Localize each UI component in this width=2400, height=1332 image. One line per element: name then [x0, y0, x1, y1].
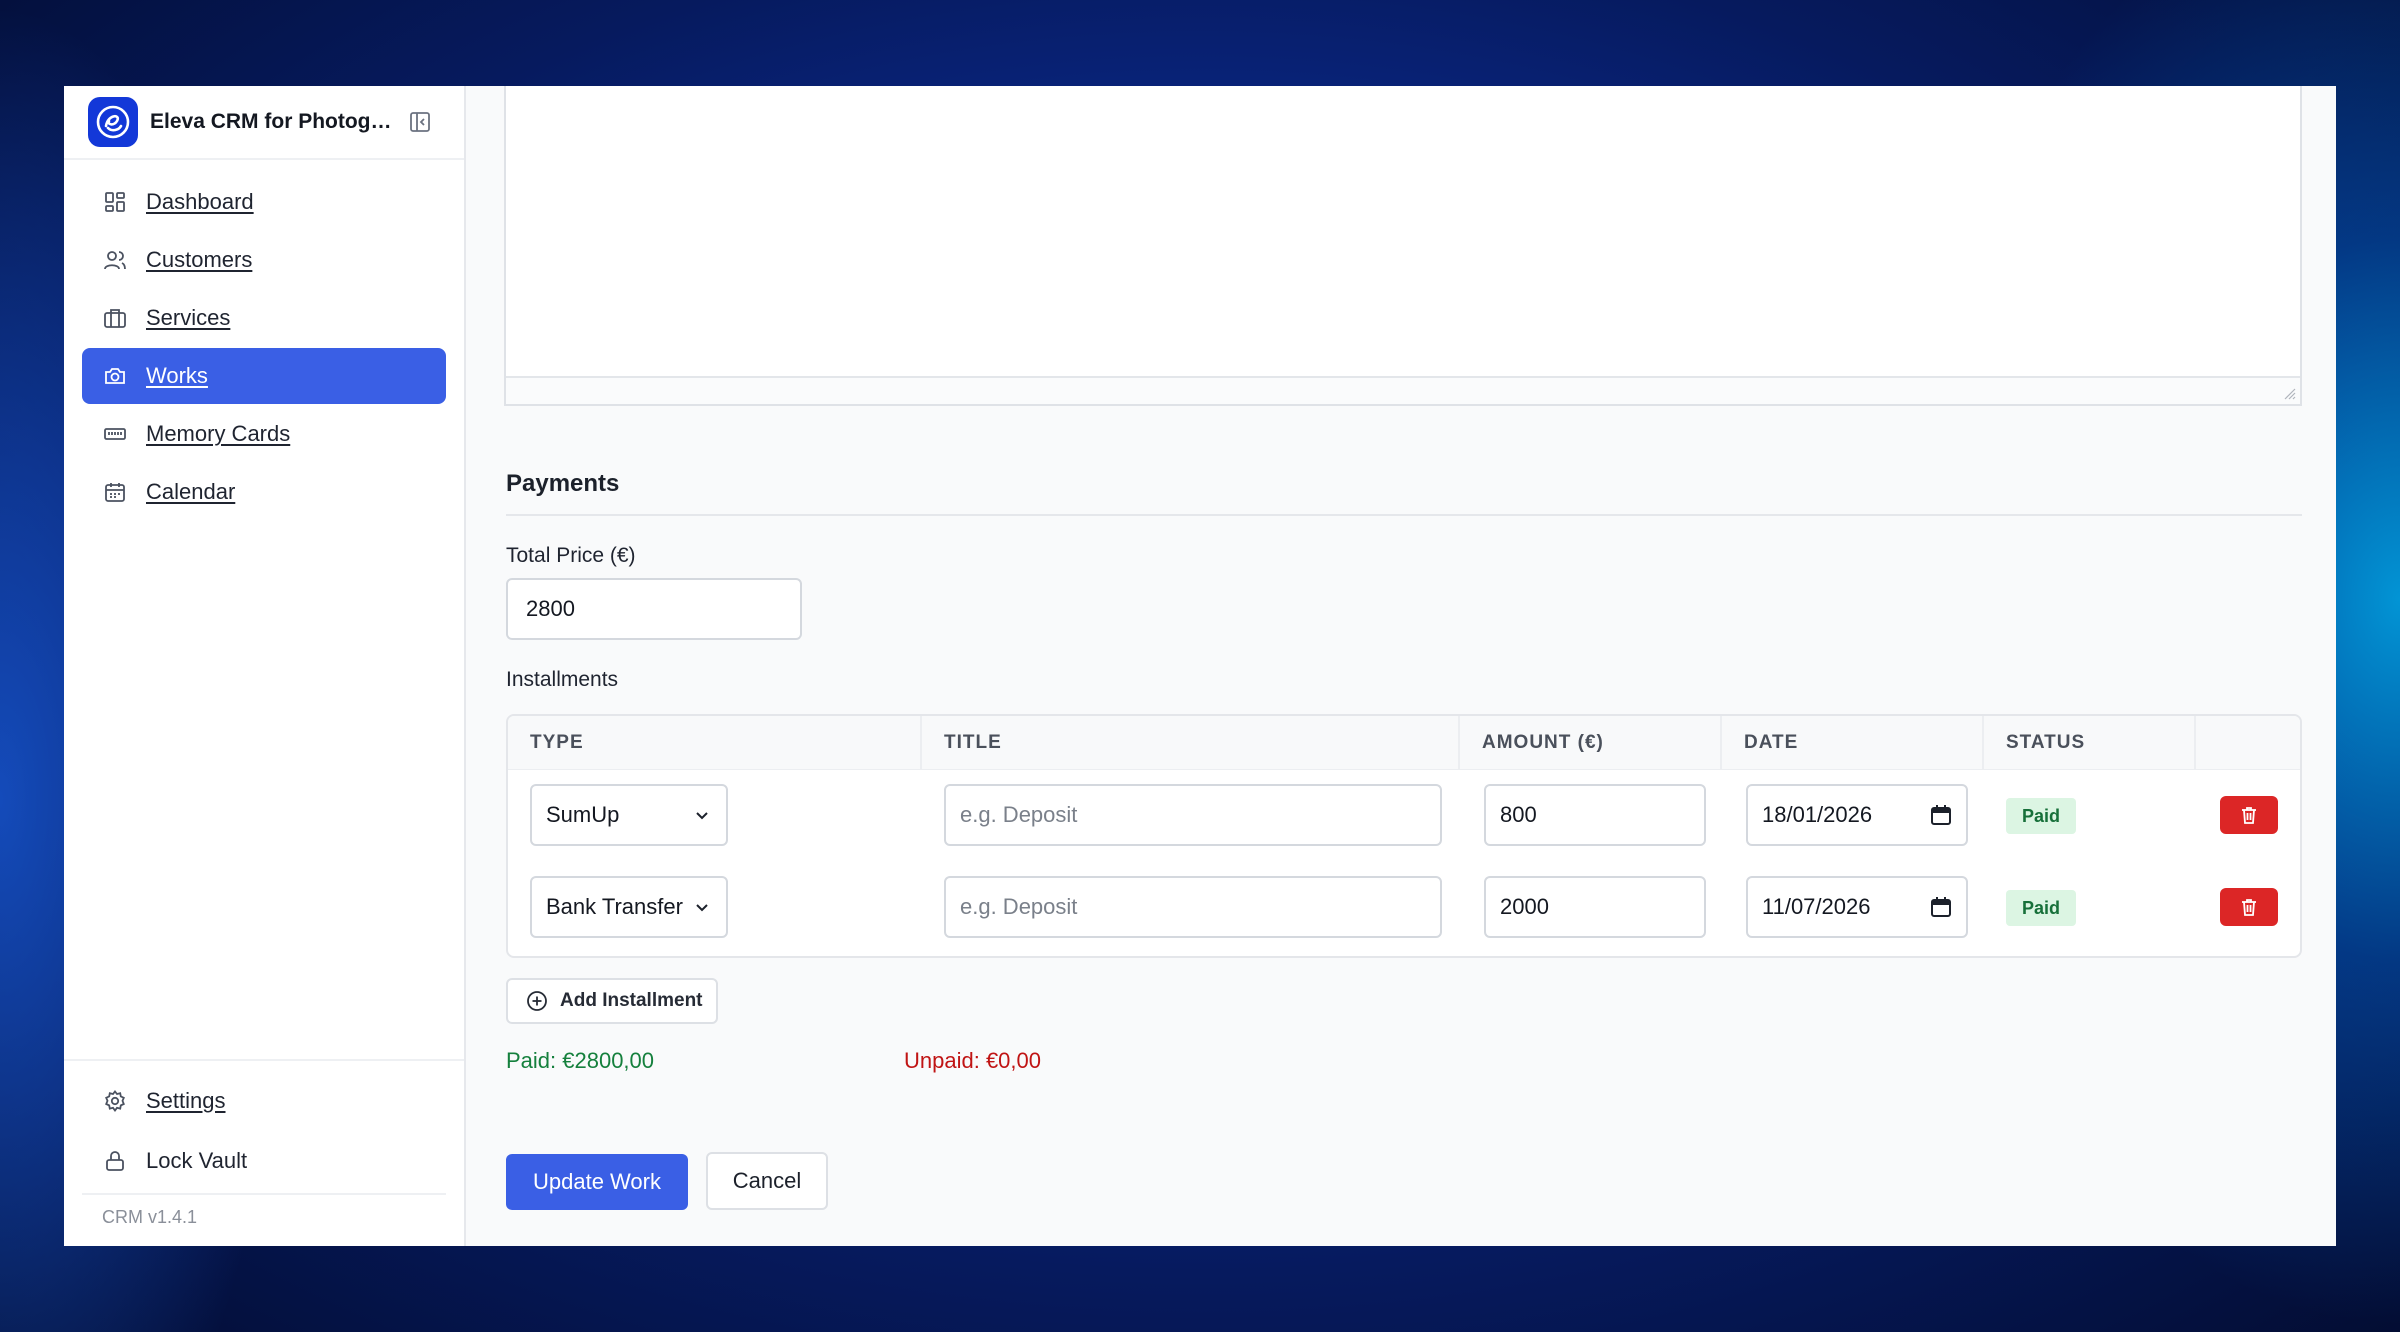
- installment-date-input[interactable]: 18/01/2026: [1746, 784, 1968, 846]
- update-work-button[interactable]: Update Work: [506, 1154, 688, 1210]
- installments-table: TYPE TITLE AMOUNT (€) DATE STATUS SumUp …: [506, 714, 2302, 958]
- column-header-title: TITLE: [922, 716, 1460, 770]
- paid-summary: Paid: €2800,00: [506, 1048, 655, 1073]
- chevron-down-icon: [696, 904, 708, 912]
- installment-amount-input[interactable]: 2000: [1484, 876, 1706, 938]
- sidebar-item-label: Memory Cards: [146, 421, 291, 446]
- users-icon: [102, 247, 128, 273]
- installments-label: Installments: [506, 668, 619, 691]
- dashboard-icon: [102, 189, 128, 215]
- sidebar-item-memory-cards[interactable]: Memory Cards: [82, 406, 446, 462]
- chevron-down-icon: [696, 812, 708, 820]
- date-value: 18/01/2026: [1762, 802, 1873, 827]
- sidebar-item-calendar[interactable]: Calendar: [82, 464, 446, 520]
- total-price-input[interactable]: 2800: [506, 578, 802, 640]
- gear-icon: [102, 1088, 128, 1114]
- sidebar-collapse-icon[interactable]: [408, 110, 432, 134]
- installment-title-input[interactable]: e.g. Deposit: [944, 876, 1442, 938]
- add-installment-button[interactable]: Add Installment: [506, 978, 718, 1024]
- camera-icon: [102, 363, 128, 389]
- sidebar-item-label: Dashboard: [146, 189, 254, 214]
- app-name: Eleva CRM for Photographers: [150, 110, 394, 133]
- sidebar-item-dashboard[interactable]: Dashboard: [82, 174, 446, 230]
- delete-installment-button[interactable]: [2220, 796, 2278, 834]
- textarea-footer: [506, 376, 2300, 404]
- column-header-type: TYPE: [508, 716, 922, 770]
- notes-textarea[interactable]: [504, 86, 2302, 406]
- sidebar-item-services[interactable]: Services: [82, 290, 446, 346]
- column-header-actions: [2196, 716, 2300, 770]
- brand-logo-icon: [88, 97, 138, 147]
- sidebar-item-label: Works: [146, 363, 208, 388]
- calendar-icon[interactable]: [1930, 896, 1952, 918]
- add-installment-label: Add Installment: [560, 990, 703, 1011]
- calendar-icon[interactable]: [1930, 804, 1952, 826]
- status-badge: Paid: [2006, 890, 2076, 926]
- main-content: Payments Total Price (€) 2800 Installmen…: [466, 86, 2336, 1246]
- calendar-icon: [102, 479, 128, 505]
- sidebar-nav: Dashboard Customers Services Works Memor…: [64, 160, 464, 520]
- sidebar-item-label: Customers: [146, 247, 253, 272]
- table-header: TYPE TITLE AMOUNT (€) DATE STATUS: [508, 716, 2300, 770]
- date-value: 11/07/2026: [1762, 894, 1871, 919]
- trash-icon: [2242, 899, 2256, 916]
- trash-icon: [2242, 807, 2256, 824]
- lock-icon: [102, 1148, 128, 1174]
- resize-grip-icon[interactable]: [2282, 386, 2296, 400]
- plus-circle-icon: [526, 990, 548, 1012]
- app-window: Eleva CRM for Photographers Dashboard: [64, 86, 2336, 1246]
- briefcase-icon: [102, 305, 128, 331]
- sidebar-footer: Settings Lock Vault CRM v1.4.1: [64, 1059, 464, 1246]
- installment-amount-input[interactable]: 800: [1484, 784, 1706, 846]
- lock-vault-button[interactable]: Lock Vault: [82, 1131, 446, 1191]
- cancel-button[interactable]: Cancel: [706, 1152, 828, 1210]
- section-divider: [506, 514, 2302, 516]
- installment-type-select[interactable]: SumUp: [530, 784, 728, 846]
- sidebar-item-customers[interactable]: Customers: [82, 232, 446, 288]
- installment-date-input[interactable]: 11/07/2026: [1746, 876, 1968, 938]
- sidebar-item-works[interactable]: Works: [82, 348, 446, 404]
- sidebar-item-label: Services: [146, 305, 231, 330]
- settings-label: Settings: [146, 1088, 226, 1113]
- total-price-label: Total Price (€): [506, 544, 636, 567]
- sidebar-item-label: Calendar: [146, 479, 236, 504]
- settings-link[interactable]: Settings: [82, 1071, 446, 1131]
- column-header-amount: AMOUNT (€): [1460, 716, 1722, 770]
- delete-installment-button[interactable]: [2220, 888, 2278, 926]
- select-value: Bank Transfer: [546, 894, 683, 919]
- column-header-date: DATE: [1722, 716, 1984, 770]
- installment-title-input[interactable]: e.g. Deposit: [944, 784, 1442, 846]
- lock-vault-label: Lock Vault: [146, 1148, 248, 1173]
- select-value: SumUp: [546, 802, 620, 827]
- column-header-status: STATUS: [1984, 716, 2196, 770]
- payments-section-title: Payments: [506, 470, 620, 497]
- app-version: CRM v1.4.1: [82, 1193, 446, 1228]
- memory-card-icon: [102, 421, 128, 447]
- unpaid-summary: Unpaid: €0,00: [904, 1048, 1041, 1073]
- status-badge: Paid: [2006, 798, 2076, 834]
- installment-type-select[interactable]: Bank Transfer: [530, 876, 728, 938]
- sidebar: Eleva CRM for Photographers Dashboard: [64, 86, 466, 1246]
- brand-header: Eleva CRM for Photographers: [64, 86, 464, 160]
